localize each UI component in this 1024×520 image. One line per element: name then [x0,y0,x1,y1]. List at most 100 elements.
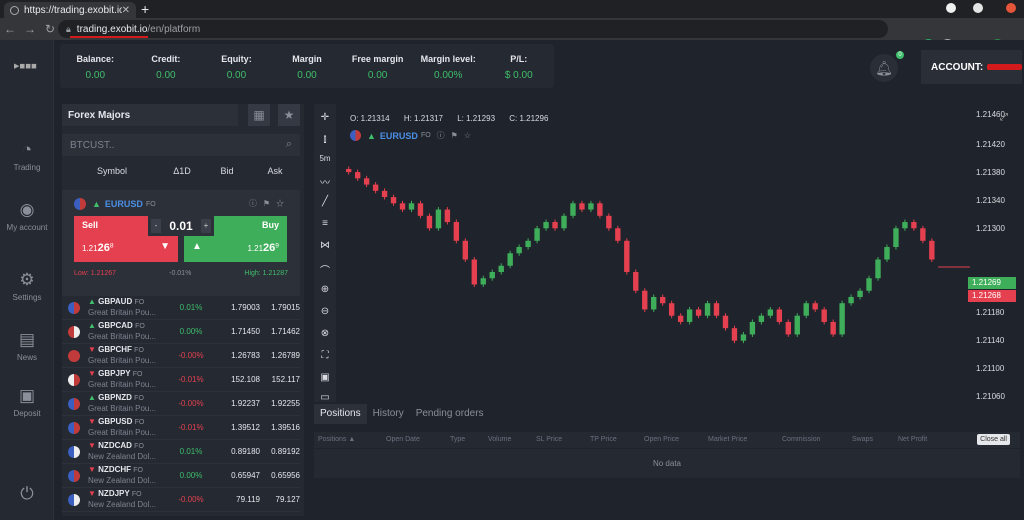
instrument-ask[interactable]: 1.26789 [260,351,300,360]
lock-icon: 🔒︎ [66,23,71,34]
instrument-bid[interactable]: 0.65947 [214,471,260,480]
instrument-row[interactable]: ▼ GBPUSD FO Great Britain Pou... -0.01% 1.3… [62,416,300,440]
nav-trading[interactable]: ◔ Trading [0,140,54,172]
instrument-row[interactable]: ▼ NZDCAD FO New Zealand Dol... 0.01% 0.8918… [62,440,300,464]
positions-col-header[interactable]: SL Price [536,436,562,443]
tab-pending-orders[interactable]: Pending orders [410,404,490,424]
tab-positions[interactable]: Positions [314,404,367,424]
instrument-bid[interactable]: 1.71450 [214,327,260,336]
positions-col-header[interactable]: Commission [782,436,821,443]
new-tab-button[interactable]: + [141,1,149,17]
instrument-bid[interactable]: 152.108 [214,375,260,384]
curve-icon[interactable]: ⌒ [314,262,336,277]
grid-view-icon[interactable]: ▦ [248,104,270,126]
maximize-button[interactable] [973,3,983,13]
instrument-ask[interactable]: 1.79015 [260,303,300,312]
positions-col-header[interactable]: Open Date [386,436,420,443]
candle-body [740,334,747,341]
instrument-ask[interactable]: 1.92255 [260,399,300,408]
close-all-button[interactable]: Close all [977,434,1010,445]
nav-news[interactable]: ▤ News [0,330,54,362]
channel-icon[interactable]: ≡ [314,218,336,229]
instrument-row[interactable]: ▼ GBPCHF FO Great Britain Pou... -0.00% 1.2… [62,344,300,368]
candle-body [929,240,935,260]
address-bar[interactable]: 🔒︎ trading.exobit.io /en/platform [58,20,888,38]
instrument-row[interactable]: ▲ GBPAUD FO Great Britain Pou... 0.01% 1.79… [62,296,300,320]
instrument-bid[interactable]: 1.26783 [214,351,260,360]
instrument-bid[interactable]: 1.92237 [214,399,260,408]
positions-col-header[interactable]: TP Price [590,436,617,443]
instrument-row[interactable]: ▲ GBPCAD FO Great Britain Pou... 0.00% 1.71… [62,320,300,344]
indicator-icon[interactable]: 〰 [314,174,336,189]
symbol-search-input[interactable]: BTCUST.. ⌕ [62,134,300,156]
instrument-change: 0.01% [179,303,203,312]
browser-tab[interactable]: https://trading.exobit.io/ ✕ [4,2,136,18]
positions-col-header[interactable]: Net Profit [898,436,927,443]
candle-type-icon[interactable]: ⫾ [314,134,336,145]
pattern-icon[interactable]: ⋈ [314,240,336,251]
expand-chart-icon[interactable]: ⤢ [1000,112,1008,123]
positions-col-header[interactable]: Swaps [852,436,873,443]
instrument-row[interactable]: ▼ NZDJPY FO New Zealand Dol... -0.00% 79.11… [62,488,300,512]
equity-cell: Equity: 0.00 [201,44,272,88]
fullscreen-icon[interactable]: ⛶ [314,350,336,361]
timeframe-button[interactable]: 5m [314,154,336,163]
instrument-ask[interactable]: 79.127 [260,495,300,504]
lot-size-stepper[interactable]: - 0.01 + [148,216,214,236]
star-icon[interactable]: ☆ [464,131,471,140]
crosshair-icon[interactable]: ✛ [314,112,336,123]
nav-settings[interactable]: ⚙︎ Settings [0,270,54,302]
col-bid[interactable]: Bid [202,166,252,182]
close-tab-icon[interactable]: ✕ [122,5,130,16]
instrument-row[interactable]: ▼ NZDCHF FO New Zealand Dol... 0.00% 0.6594… [62,464,300,488]
zoom-out-icon[interactable]: ⊖ [314,306,336,317]
magnet-icon[interactable]: ⊗ [314,328,336,339]
col-symbol[interactable]: Symbol [62,166,162,182]
instrument-ask[interactable]: 0.65956 [260,471,300,480]
candle-body [902,222,908,229]
instrument-row[interactable]: ▲ GBPNZD FO Great Britain Pou... -0.00% 1.9… [62,392,300,416]
positions-col-header[interactable]: Positions ▲ [318,436,355,443]
flag-icon[interactable]: ⚑ [451,131,458,140]
instrument-bid[interactable]: 0.89180 [214,447,260,456]
favorites-star-icon[interactable]: ★ [278,104,300,126]
zoom-in-icon[interactable]: ⊕ [314,284,336,295]
nav-my-account[interactable]: ◉ My account [0,200,54,232]
nav-deposit[interactable]: ▣ Deposit [0,386,54,418]
lot-increase-button[interactable]: + [200,219,211,233]
candle-body [830,321,836,335]
instrument-ask[interactable]: 0.89192 [260,447,300,456]
close-window-button[interactable] [1006,3,1016,13]
positions-col-header[interactable]: Open Price [644,436,679,443]
bell-icon[interactable]: 🔔︎ [870,54,898,82]
widget-actions[interactable]: ⓘ⚑☆ [249,198,290,209]
trendline-icon[interactable]: ╱ [314,196,336,207]
instrument-ask[interactable]: 152.117 [260,375,300,384]
info-icon[interactable]: ⓘ [437,130,445,141]
positions-col-header[interactable]: Type [450,436,465,443]
logout-button[interactable]: ⏻ [0,484,54,507]
instrument-group-select[interactable]: Forex Majors [62,104,238,126]
lot-decrease-button[interactable]: - [151,219,161,233]
lot-size-value[interactable]: 0.01 [169,219,192,233]
minimize-button[interactable] [946,3,956,13]
col-ask[interactable]: Ask [252,166,298,182]
forward-icon[interactable]: → [20,22,40,36]
margin-level-value: 0.00% [434,70,463,81]
back-icon[interactable]: ← [0,22,20,36]
instrument-ask[interactable]: 1.39516 [260,423,300,432]
positions-col-header[interactable]: Market Price [708,436,747,443]
col-change[interactable]: Δ1D [162,166,202,182]
notification-badge: 0 [896,51,904,59]
more-tools-icon[interactable]: ▭ [314,392,336,403]
reload-icon[interactable]: ↻ [40,22,60,36]
instrument-bid[interactable]: 79.119 [214,495,260,504]
instrument-bid[interactable]: 1.79003 [214,303,260,312]
account-button[interactable]: ACCOUNT: [921,50,1022,84]
positions-col-header[interactable]: Volume [488,436,511,443]
instrument-ask[interactable]: 1.71462 [260,327,300,336]
tab-history[interactable]: History [367,404,410,424]
instrument-bid[interactable]: 1.39512 [214,423,260,432]
screenshot-icon[interactable]: ▣ [314,372,336,383]
instrument-row[interactable]: ▼ GBPJPY FO Great Britain Pou... -0.01% 152… [62,368,300,392]
